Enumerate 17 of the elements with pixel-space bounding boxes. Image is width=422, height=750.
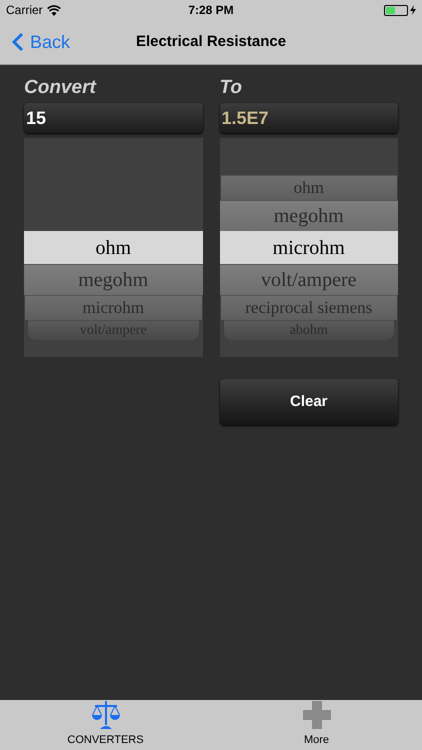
status-time: 7:28 PM bbox=[188, 2, 234, 19]
column-label: To bbox=[220, 76, 244, 100]
value-field[interactable]: 1.5E7 bbox=[220, 103, 398, 133]
picker-row[interactable]: ohm bbox=[24, 231, 202, 264]
plus-icon bbox=[302, 700, 332, 730]
screen-title: Electrical Resistance bbox=[136, 32, 286, 52]
battery-icon bbox=[384, 4, 408, 16]
wifi-icon bbox=[46, 4, 61, 16]
picker-row[interactable]: microhm bbox=[220, 231, 398, 264]
column-label: Convert bbox=[24, 76, 98, 100]
tab-item[interactable]: More bbox=[211, 700, 422, 750]
value-field[interactable]: 15 bbox=[24, 103, 202, 133]
carrier-name: Carrier bbox=[6, 2, 43, 19]
tab-item[interactable]: CONVERTERS bbox=[0, 700, 211, 750]
back-chevron-icon bbox=[12, 32, 24, 52]
clear-button[interactable]: Clear bbox=[220, 379, 398, 425]
scales-icon bbox=[90, 700, 120, 730]
